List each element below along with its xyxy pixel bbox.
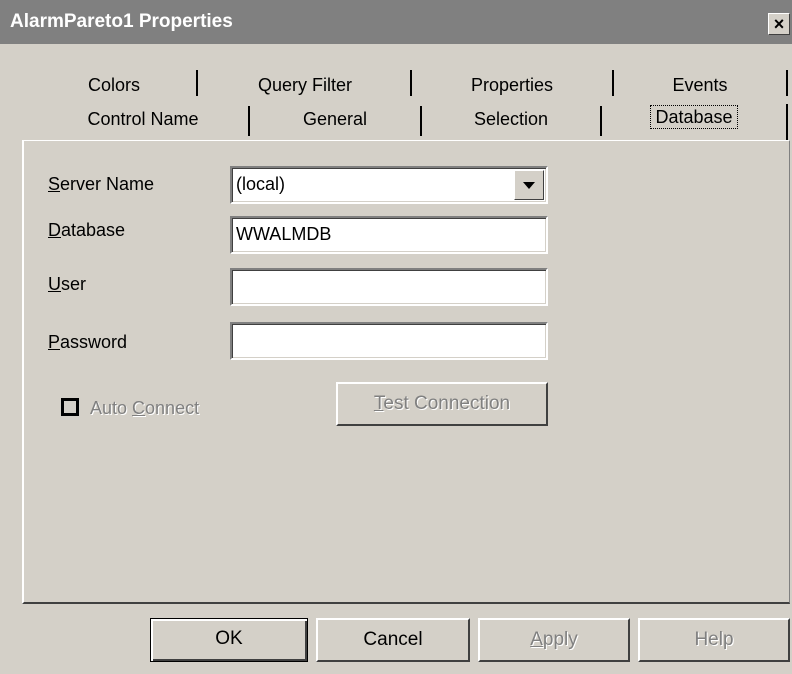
tab-label: Database — [650, 105, 738, 129]
user-field[interactable] — [230, 268, 548, 306]
server-name-value: (local) — [236, 174, 286, 194]
password-field[interactable] — [230, 322, 548, 360]
cancel-label: Cancel — [363, 629, 423, 650]
help-label: Help — [694, 629, 734, 650]
tab-colors[interactable]: Colors — [34, 72, 194, 99]
auto-connect-label: Auto Connect — [90, 398, 200, 418]
apply-button[interactable]: Apply — [478, 618, 630, 662]
database-label: Database — [48, 220, 126, 240]
password-label: Password — [48, 332, 128, 352]
database-value: WWALMDB — [236, 224, 332, 244]
tab-events[interactable]: Events — [616, 72, 784, 99]
tab-properties[interactable]: Properties — [414, 72, 610, 99]
tab-divider — [612, 70, 614, 96]
server-name-label: Server Name — [48, 174, 155, 194]
close-icon: × — [773, 14, 785, 34]
database-tab-panel — [22, 140, 790, 604]
user-label: User — [48, 274, 87, 294]
tab-label: Control Name — [87, 109, 199, 129]
close-button[interactable]: × — [768, 13, 790, 35]
ok-label: OK — [215, 628, 243, 649]
chevron-down-icon[interactable] — [514, 170, 544, 200]
test-connection-button[interactable]: Test Connection — [336, 382, 548, 426]
ok-button[interactable]: OK — [150, 618, 308, 662]
title-bar: AlarmPareto1 Properties × — [0, 0, 792, 44]
tab-divider — [786, 104, 788, 140]
tab-divider — [410, 70, 412, 96]
tab-control-name[interactable]: Control Name — [40, 106, 246, 133]
tab-divider — [786, 70, 788, 96]
help-button[interactable]: Help — [638, 618, 790, 662]
cancel-button[interactable]: Cancel — [316, 618, 470, 662]
tab-divider — [248, 106, 250, 136]
tab-divider — [420, 106, 422, 136]
tab-general[interactable]: General — [252, 106, 418, 133]
tab-divider — [196, 70, 198, 96]
tab-database[interactable]: Database — [604, 104, 784, 131]
tab-selection[interactable]: Selection — [424, 106, 598, 133]
tab-label: Selection — [473, 109, 549, 129]
auto-connect-checkbox[interactable] — [61, 398, 79, 416]
server-name-combobox[interactable]: (local) — [230, 166, 548, 204]
tab-label: General — [302, 109, 368, 129]
tab-label: Colors — [87, 75, 140, 95]
tab-label: Properties — [470, 75, 554, 95]
tab-label: Events — [672, 75, 728, 95]
database-field[interactable]: WWALMDB — [230, 216, 548, 254]
window-title: AlarmPareto1 Properties — [10, 11, 233, 32]
tab-query-filter[interactable]: Query Filter — [200, 72, 410, 99]
tab-divider — [600, 106, 602, 136]
tab-label: Query Filter — [257, 75, 353, 95]
